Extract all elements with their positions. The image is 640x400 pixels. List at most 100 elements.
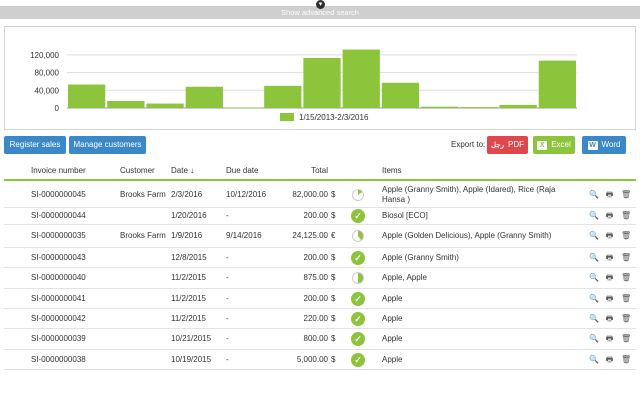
table-row[interactable]: SI-0000000038 10/19/2015 - 5,000.00 $ ✓ Apple 🔍… (4, 350, 636, 370)
excel-label: Excel (551, 140, 571, 149)
payment-status: ✓ (351, 350, 365, 369)
print-icon[interactable]: 🖶 (605, 355, 614, 365)
payment-status (351, 183, 365, 207)
chart-bar[interactable] (224, 107, 263, 109)
chevron-down-icon[interactable]: ▾ (316, 0, 325, 9)
chart-bar[interactable] (421, 106, 459, 108)
invoice-number: SI-0000000042 (31, 313, 86, 323)
export-pdf-button[interactable]: رجل PDF (487, 136, 528, 154)
due-date: 10/12/2016 (226, 190, 267, 199)
print-icon[interactable]: 🖶 (605, 231, 614, 241)
table-header: Invoice number Customer Date ↓ Due date … (4, 163, 636, 181)
print-icon[interactable]: 🖶 (605, 190, 614, 200)
trash-icon[interactable]: 🗑 (621, 273, 631, 283)
chart-bar[interactable] (460, 107, 498, 108)
trash-icon[interactable]: 🗑 (621, 294, 631, 304)
print-icon[interactable]: 🖶 (605, 294, 614, 304)
table-row[interactable]: SI-0000000041 11/2/2015 - 200.00 $ ✓ Apple 🔍 🖶 🗑 (4, 289, 636, 309)
search-icon[interactable]: 🔍 (589, 253, 599, 263)
search-icon[interactable]: 🔍 (589, 190, 599, 200)
due-date: - (226, 252, 229, 262)
due-date: - (226, 273, 229, 282)
word-label: Word (601, 140, 621, 149)
chart-bar[interactable] (342, 49, 380, 108)
invoice-number: SI-0000000035 (31, 231, 86, 240)
table-row[interactable]: SI-0000000040 11/2/2015 - 875.00 $ Apple, App… (4, 268, 636, 289)
currency-symbol: $ (331, 293, 336, 303)
register-sales-button[interactable]: Register sales (4, 136, 66, 154)
manage-customers-label: Manage customers (73, 140, 142, 149)
trash-icon[interactable]: 🗑 (621, 314, 631, 324)
y-tick-label: 120,000 (30, 51, 59, 60)
chart-bar[interactable] (264, 85, 302, 108)
register-sales-label: Register sales (9, 140, 61, 149)
payment-status (351, 225, 365, 247)
chart-bar[interactable] (499, 104, 537, 108)
invoice-total: 875.00 (303, 273, 328, 282)
row-actions: 🔍 🖶 🗑 (589, 289, 639, 308)
chart-bar[interactable] (68, 84, 106, 108)
header-due-date[interactable]: Due date (226, 163, 258, 179)
invoice-date: 11/2/2015 (171, 293, 206, 303)
print-icon[interactable]: 🖶 (605, 314, 614, 324)
table-row[interactable]: SI-0000000043 12/8/2015 - 200.00 $ ✓ Apple (Gr… (4, 248, 636, 268)
payment-status: ✓ (351, 248, 365, 267)
table-row[interactable]: SI-0000000042 11/2/2015 - 220.00 $ ✓ Apple 🔍 🖶 🗑 (4, 309, 636, 329)
pdf-icon: رجل (490, 142, 504, 149)
table-row[interactable]: SI-0000000044 1/20/2016 - 200.00 $ ✓ Biosol [E… (4, 208, 636, 225)
search-icon[interactable]: 🔍 (589, 231, 599, 241)
invoice-number: SI-0000000045 (31, 190, 86, 199)
trash-icon[interactable]: 🗑 (621, 231, 631, 241)
header-items[interactable]: Items (382, 163, 560, 179)
invoice-number: SI-0000000041 (31, 293, 86, 303)
due-date: - (226, 293, 229, 303)
chart-bar[interactable] (303, 57, 341, 108)
search-icon[interactable]: 🔍 (589, 314, 599, 324)
export-excel-button[interactable]: X Excel (533, 136, 575, 154)
sales-chart: 0 40,000 80,000 120,000 1/15/2013-2/3/2016 (4, 26, 636, 130)
print-icon[interactable]: 🖶 (605, 253, 614, 263)
trash-icon[interactable]: 🗑 (621, 190, 631, 200)
invoice-number: SI-0000000038 (31, 354, 86, 364)
search-icon[interactable]: 🔍 (589, 355, 599, 365)
trash-icon[interactable]: 🗑 (621, 211, 631, 221)
row-actions: 🔍 🖶 🗑 (589, 208, 639, 224)
header-invoice[interactable]: Invoice number (31, 163, 86, 179)
chart-bar[interactable] (538, 60, 576, 108)
paid-check-icon: ✓ (351, 332, 365, 346)
print-icon[interactable]: 🖶 (605, 211, 614, 221)
invoice-items: Apple, Apple (382, 273, 427, 282)
chart-bar[interactable] (107, 100, 145, 108)
chart-bar[interactable] (185, 86, 223, 108)
search-icon[interactable]: 🔍 (589, 273, 599, 283)
chart-bar[interactable] (381, 82, 420, 108)
chart-bar[interactable] (146, 103, 184, 108)
partial-payment-pie-icon (352, 272, 364, 284)
trash-icon[interactable]: 🗑 (621, 253, 631, 263)
invoice-items: Biosol [ECO] (382, 211, 428, 220)
row-actions: 🔍 🖶 🗑 (589, 225, 639, 247)
trash-icon[interactable]: 🗑 (621, 334, 631, 344)
search-icon[interactable]: 🔍 (589, 211, 599, 221)
print-icon[interactable]: 🖶 (605, 273, 614, 283)
search-icon[interactable]: 🔍 (589, 334, 599, 344)
search-icon[interactable]: 🔍 (589, 294, 599, 304)
customer-name: Brooks Farm (120, 190, 166, 199)
paid-check-icon: ✓ (351, 311, 365, 326)
manage-customers-button[interactable]: Manage customers (69, 136, 146, 154)
y-tick-label: 40,000 (35, 86, 60, 95)
trash-icon[interactable]: 🗑 (621, 355, 631, 365)
export-word-button[interactable]: W Word (582, 136, 626, 154)
table-row[interactable]: SI-0000000039 10/21/2015 - 800.00 $ ✓ Apple 🔍 🖶 🗑 (4, 329, 636, 350)
table-row[interactable]: SI-0000000045 Brooks Farm 2/3/2016 10/12/20… (4, 183, 636, 208)
invoice-total: 24,125.00 (292, 231, 328, 240)
paid-check-icon: ✓ (351, 250, 365, 265)
advanced-search-label: Show advanced search (281, 8, 359, 17)
print-icon[interactable]: 🖶 (605, 334, 614, 344)
header-customer[interactable]: Customer (120, 163, 155, 179)
header-date[interactable]: Date ↓ (171, 163, 194, 179)
header-total[interactable]: Total (272, 163, 328, 179)
due-date: - (226, 334, 229, 343)
invoice-items: Apple (382, 354, 403, 364)
table-row[interactable]: SI-0000000035 Brooks Farm 1/9/2016 9/14/201… (4, 225, 636, 248)
